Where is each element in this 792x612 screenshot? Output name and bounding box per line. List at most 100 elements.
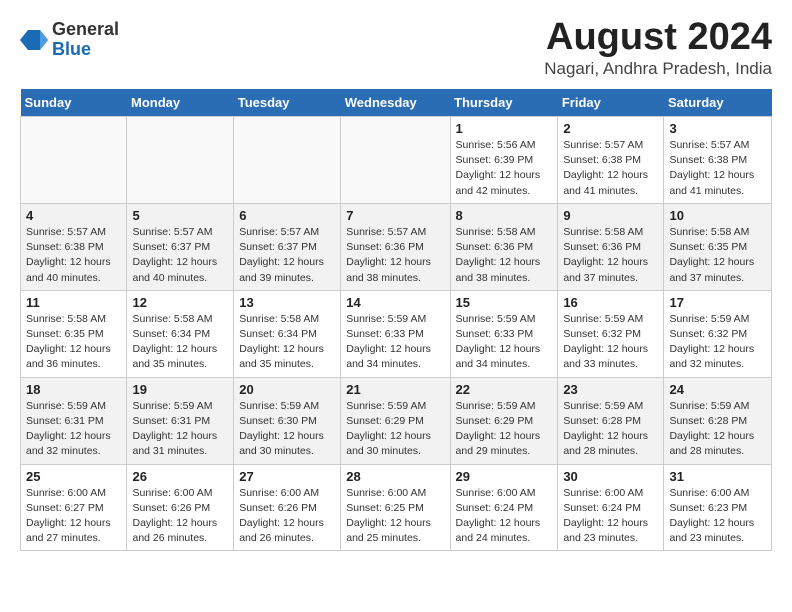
calendar-week-row: 11 Sunrise: 5:58 AM Sunset: 6:35 PM Dayli… [21,290,772,377]
calendar-cell: 27 Sunrise: 6:00 AM Sunset: 6:26 PM Dayli… [234,464,341,551]
day-info: Sunrise: 5:57 AM Sunset: 6:38 PM Dayligh… [669,138,766,199]
day-number: 4 [26,208,121,223]
day-number: 8 [456,208,553,223]
calendar-cell: 26 Sunrise: 6:00 AM Sunset: 6:26 PM Dayli… [127,464,234,551]
day-info: Sunrise: 5:58 AM Sunset: 6:35 PM Dayligh… [26,312,121,373]
calendar-cell: 31 Sunrise: 6:00 AM Sunset: 6:23 PM Dayli… [664,464,772,551]
day-number: 29 [456,469,553,484]
day-info: Sunrise: 6:00 AM Sunset: 6:23 PM Dayligh… [669,486,766,547]
day-info: Sunrise: 5:59 AM Sunset: 6:31 PM Dayligh… [132,399,228,460]
day-info: Sunrise: 5:57 AM Sunset: 6:37 PM Dayligh… [239,225,335,286]
day-info: Sunrise: 5:58 AM Sunset: 6:36 PM Dayligh… [563,225,658,286]
day-info: Sunrise: 5:59 AM Sunset: 6:33 PM Dayligh… [346,312,444,373]
calendar-cell: 18 Sunrise: 5:59 AM Sunset: 6:31 PM Dayli… [21,377,127,464]
day-number: 24 [669,382,766,397]
day-info: Sunrise: 5:58 AM Sunset: 6:34 PM Dayligh… [132,312,228,373]
logo-blue-text: Blue [52,40,119,60]
day-info: Sunrise: 6:00 AM Sunset: 6:25 PM Dayligh… [346,486,444,547]
day-number: 25 [26,469,121,484]
day-number: 18 [26,382,121,397]
calendar-cell: 17Sunrise: 5:59 AM Sunset: 6:32 PM Dayli… [664,290,772,377]
calendar-cell [21,117,127,204]
day-number: 6 [239,208,335,223]
calendar-cell: 13Sunrise: 5:58 AM Sunset: 6:34 PM Dayli… [234,290,341,377]
day-number: 21 [346,382,444,397]
day-info: Sunrise: 6:00 AM Sunset: 6:27 PM Dayligh… [26,486,121,547]
day-info: Sunrise: 5:58 AM Sunset: 6:35 PM Dayligh… [669,225,766,286]
day-info: Sunrise: 6:00 AM Sunset: 6:26 PM Dayligh… [132,486,228,547]
calendar-week-row: 1 Sunrise: 5:56 AM Sunset: 6:39 PM Daylig… [21,117,772,204]
calendar-cell: 21 Sunrise: 5:59 AM Sunset: 6:29 PM Dayli… [341,377,450,464]
calendar-cell [341,117,450,204]
calendar-cell [234,117,341,204]
calendar-cell: 11 Sunrise: 5:58 AM Sunset: 6:35 PM Dayli… [21,290,127,377]
calendar-cell: 3 Sunrise: 5:57 AM Sunset: 6:38 PM Daylig… [664,117,772,204]
day-number: 12 [132,295,228,310]
title-area: August 2024 Nagari, Andhra Pradesh, Indi… [544,16,772,79]
day-number: 2 [563,121,658,136]
calendar-cell: 10Sunrise: 5:58 AM Sunset: 6:35 PM Dayli… [664,203,772,290]
day-number: 22 [456,382,553,397]
day-number: 17 [669,295,766,310]
day-number: 28 [346,469,444,484]
header: General Blue August 2024 Nagari, Andhra … [20,16,772,79]
calendar-header-wednesday: Wednesday [341,89,450,117]
day-info: Sunrise: 5:59 AM Sunset: 6:28 PM Dayligh… [669,399,766,460]
day-number: 14 [346,295,444,310]
day-number: 16 [563,295,658,310]
calendar-week-row: 18 Sunrise: 5:59 AM Sunset: 6:31 PM Dayli… [21,377,772,464]
day-info: Sunrise: 5:59 AM Sunset: 6:29 PM Dayligh… [456,399,553,460]
calendar-cell: 30 Sunrise: 6:00 AM Sunset: 6:24 PM Dayli… [558,464,664,551]
calendar-header-friday: Friday [558,89,664,117]
calendar-cell: 23Sunrise: 5:59 AM Sunset: 6:28 PM Dayli… [558,377,664,464]
calendar-cell: 22 Sunrise: 5:59 AM Sunset: 6:29 PM Dayli… [450,377,558,464]
calendar-cell [127,117,234,204]
calendar-cell: 16Sunrise: 5:59 AM Sunset: 6:32 PM Dayli… [558,290,664,377]
day-number: 30 [563,469,658,484]
day-info: Sunrise: 5:59 AM Sunset: 6:29 PM Dayligh… [346,399,444,460]
calendar-cell: 25 Sunrise: 6:00 AM Sunset: 6:27 PM Dayli… [21,464,127,551]
calendar-header-monday: Monday [127,89,234,117]
day-number: 5 [132,208,228,223]
day-number: 13 [239,295,335,310]
day-info: Sunrise: 5:57 AM Sunset: 6:36 PM Dayligh… [346,225,444,286]
day-info: Sunrise: 5:57 AM Sunset: 6:37 PM Dayligh… [132,225,228,286]
day-number: 1 [456,121,553,136]
calendar-header-tuesday: Tuesday [234,89,341,117]
calendar-header-saturday: Saturday [664,89,772,117]
calendar-cell: 9 Sunrise: 5:58 AM Sunset: 6:36 PM Daylig… [558,203,664,290]
calendar-cell: 8 Sunrise: 5:58 AM Sunset: 6:36 PM Daylig… [450,203,558,290]
day-info: Sunrise: 5:59 AM Sunset: 6:33 PM Dayligh… [456,312,553,373]
calendar-cell: 1 Sunrise: 5:56 AM Sunset: 6:39 PM Daylig… [450,117,558,204]
calendar-cell: 28 Sunrise: 6:00 AM Sunset: 6:25 PM Dayli… [341,464,450,551]
day-number: 23 [563,382,658,397]
day-number: 3 [669,121,766,136]
location-subtitle: Nagari, Andhra Pradesh, India [544,59,772,79]
day-number: 31 [669,469,766,484]
day-number: 20 [239,382,335,397]
logo-general-text: General [52,20,119,40]
calendar-cell: 24 Sunrise: 5:59 AM Sunset: 6:28 PM Dayli… [664,377,772,464]
calendar-cell: 19 Sunrise: 5:59 AM Sunset: 6:31 PM Dayli… [127,377,234,464]
calendar-cell: 12 Sunrise: 5:58 AM Sunset: 6:34 PM Dayli… [127,290,234,377]
day-number: 9 [563,208,658,223]
day-number: 19 [132,382,228,397]
day-number: 7 [346,208,444,223]
day-info: Sunrise: 5:57 AM Sunset: 6:38 PM Dayligh… [563,138,658,199]
calendar-cell: 20Sunrise: 5:59 AM Sunset: 6:30 PM Dayli… [234,377,341,464]
day-info: Sunrise: 5:58 AM Sunset: 6:36 PM Dayligh… [456,225,553,286]
day-info: Sunrise: 5:59 AM Sunset: 6:31 PM Dayligh… [26,399,121,460]
day-info: Sunrise: 6:00 AM Sunset: 6:24 PM Dayligh… [563,486,658,547]
day-number: 27 [239,469,335,484]
calendar-header-sunday: Sunday [21,89,127,117]
day-number: 11 [26,295,121,310]
day-info: Sunrise: 5:57 AM Sunset: 6:38 PM Dayligh… [26,225,121,286]
logo: General Blue [20,20,119,60]
month-year-title: August 2024 [544,16,772,59]
calendar-cell: 5 Sunrise: 5:57 AM Sunset: 6:37 PM Daylig… [127,203,234,290]
calendar-week-row: 25 Sunrise: 6:00 AM Sunset: 6:27 PM Dayli… [21,464,772,551]
day-info: Sunrise: 6:00 AM Sunset: 6:26 PM Dayligh… [239,486,335,547]
day-info: Sunrise: 5:56 AM Sunset: 6:39 PM Dayligh… [456,138,553,199]
calendar-cell: 15Sunrise: 5:59 AM Sunset: 6:33 PM Dayli… [450,290,558,377]
day-number: 26 [132,469,228,484]
